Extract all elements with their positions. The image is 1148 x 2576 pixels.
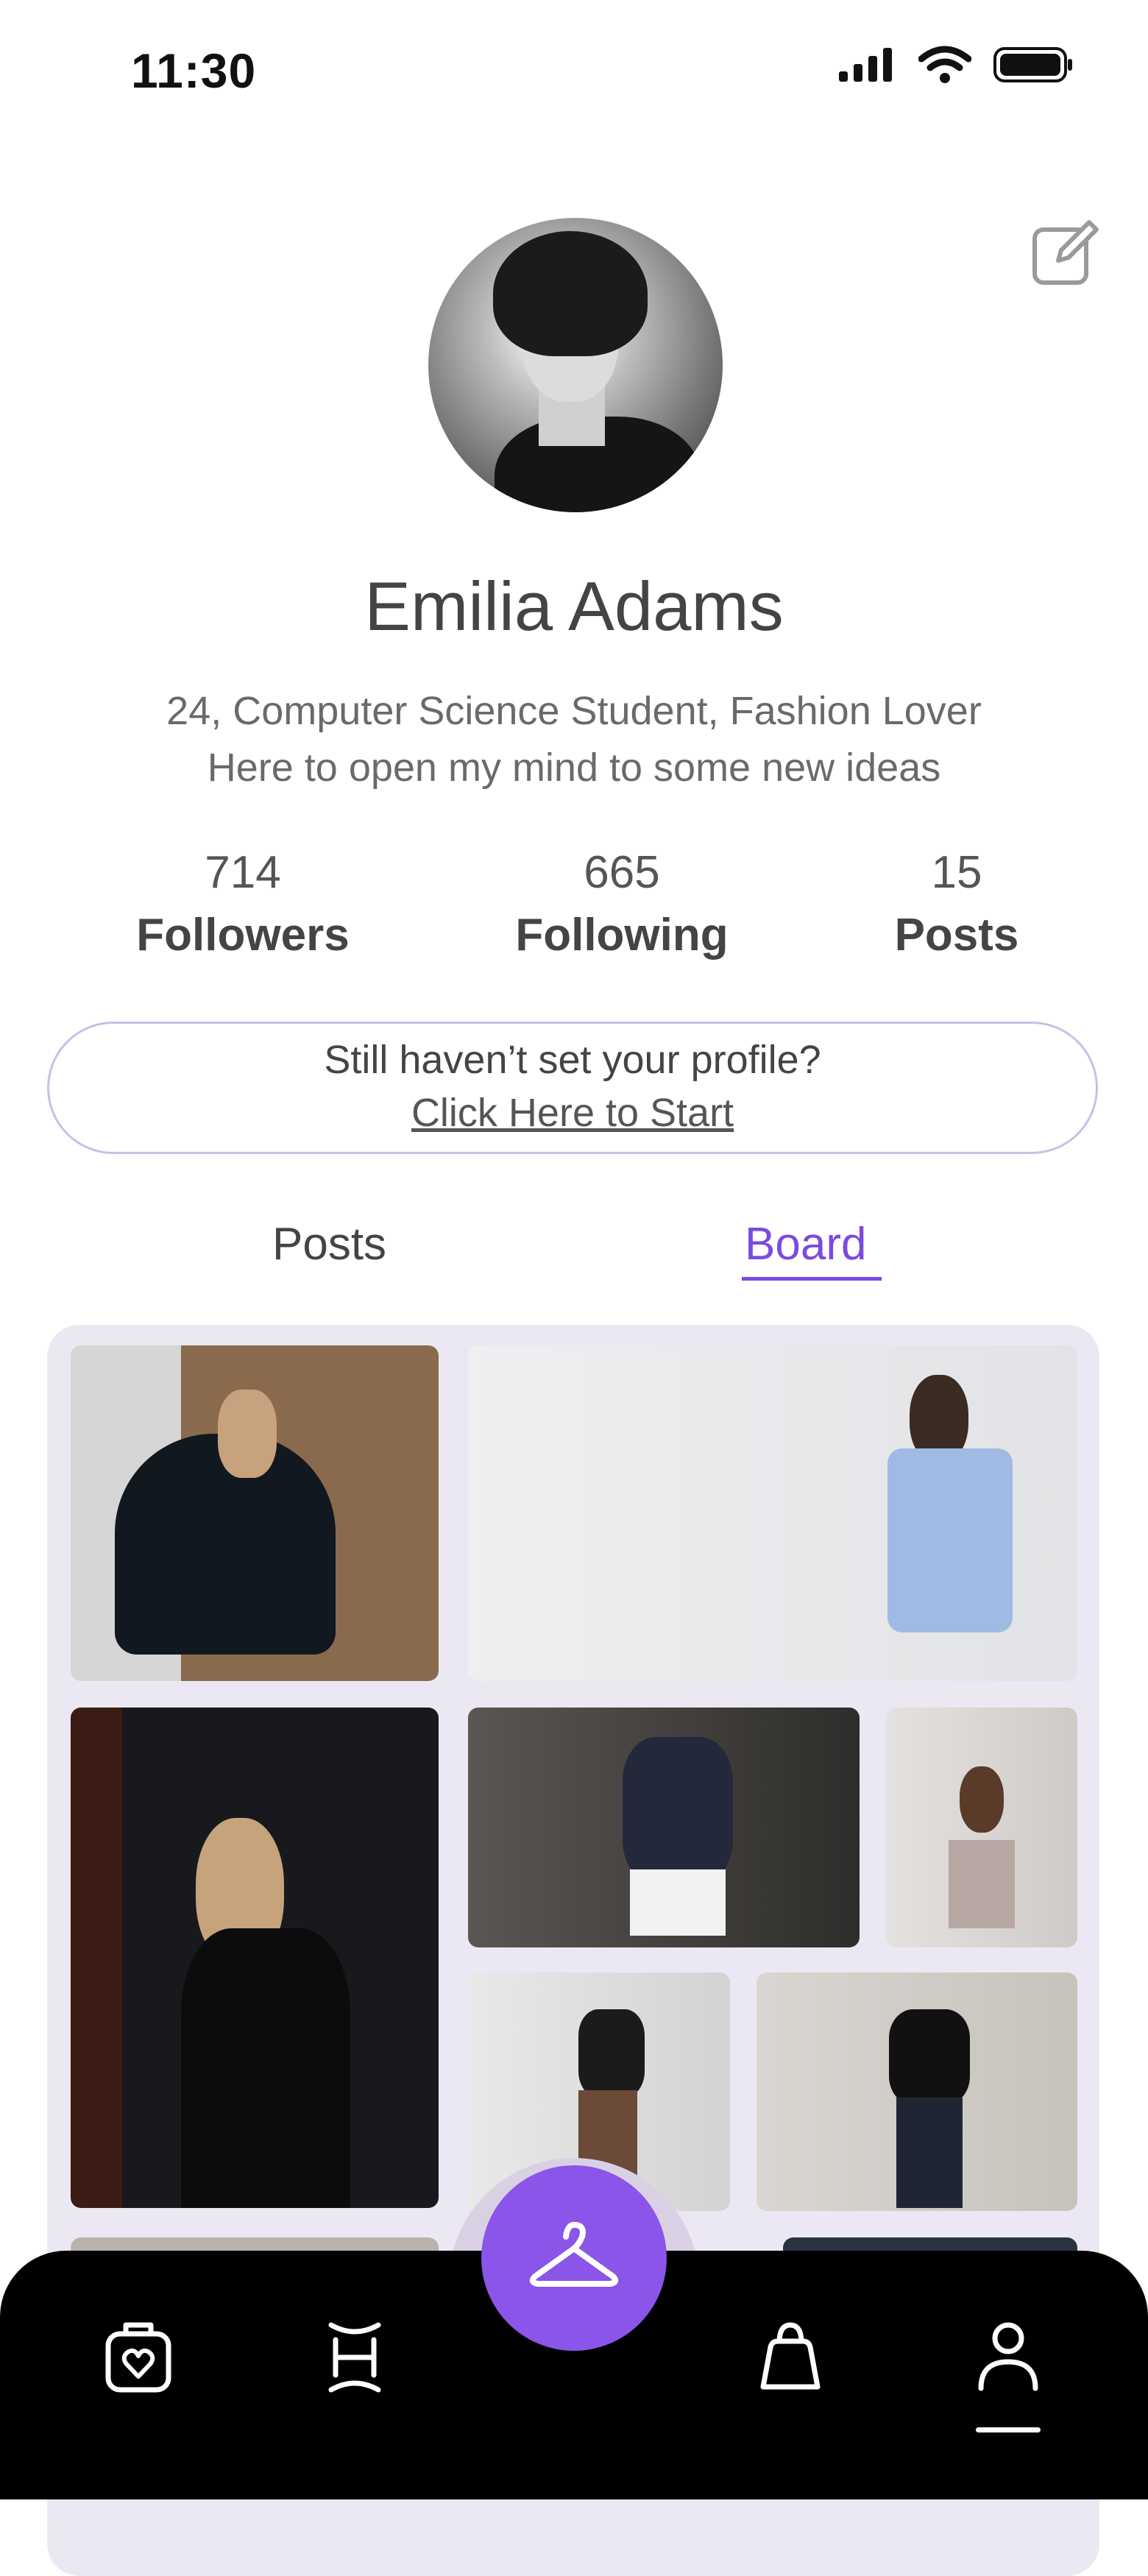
signal-icon (839, 48, 892, 82)
followers-label: Followers (136, 910, 350, 960)
nav-active-indicator (976, 2427, 1041, 2432)
board-photo-black-outfit[interactable] (71, 1708, 439, 2208)
hanger-icon (529, 2221, 619, 2287)
following-label: Following (515, 910, 729, 960)
stat-followers[interactable]: 714 Followers (132, 846, 353, 961)
shopping-bag-icon[interactable] (754, 2317, 827, 2398)
stat-following[interactable]: 665 Following (500, 846, 743, 961)
board-photo-sequin-skirt[interactable] (886, 1708, 1077, 1947)
tab-board[interactable]: Board (745, 1218, 866, 1270)
profile-avatar[interactable] (428, 218, 723, 512)
status-icons (837, 46, 1074, 84)
board-photo-striped-shirt[interactable] (468, 1345, 1077, 1681)
posts-count: 15 (931, 847, 982, 898)
active-tab-indicator (742, 1277, 882, 1281)
status-time: 11:30 (131, 43, 257, 98)
following-count: 665 (584, 847, 660, 898)
setup-profile-link[interactable]: Click Here to Start (49, 1090, 1096, 1136)
profile-bio-line2: Here to open my mind to some new ideas (207, 746, 941, 790)
hanger-fab-button[interactable] (481, 2165, 667, 2351)
profile-icon[interactable] (971, 2317, 1045, 2398)
setup-profile-banner[interactable]: Still haven’t set your profile? Click He… (47, 1022, 1098, 1154)
board-photo-smiley-tee[interactable] (468, 1708, 860, 1947)
stat-posts[interactable]: 15 Posts (868, 846, 1045, 961)
wishlist-bag-heart-icon[interactable] (102, 2317, 175, 2398)
wifi-icon (918, 46, 971, 83)
battery-icon (993, 47, 1072, 82)
board-photo-black-jacket-jeans[interactable] (757, 1972, 1077, 2211)
profile-bio-line1: 24, Computer Science Student, Fashion Lo… (166, 689, 982, 733)
outfit-icon[interactable] (318, 2317, 391, 2398)
setup-prompt-text: Still haven’t set your profile? (324, 1038, 821, 1082)
edit-profile-icon[interactable] (1030, 218, 1101, 289)
tab-posts[interactable]: Posts (272, 1218, 386, 1270)
posts-label: Posts (894, 910, 1019, 960)
followers-count: 714 (205, 847, 281, 898)
board-photo-puffer-jacket[interactable] (71, 1345, 439, 1681)
profile-name: Emilia Adams (364, 567, 784, 645)
